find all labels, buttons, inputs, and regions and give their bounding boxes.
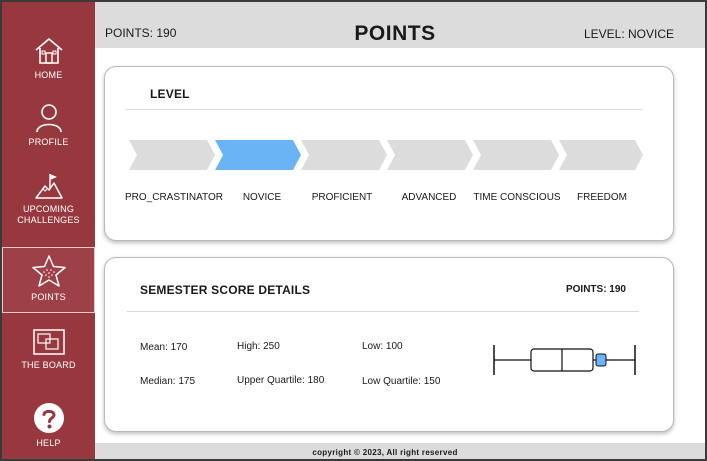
sidebar-item-label: HOME [34,70,63,80]
help-icon [33,403,64,433]
copyright-text: copyright © 2023, All right reserved [312,448,458,457]
sidebar-item-upcoming-challenges[interactable]: UPCOMING CHALLENGES [2,172,95,232]
stat-upper-quartile: Upper Quartile: 180 [237,375,325,386]
divider [127,311,639,312]
level-step-6 [559,140,643,170]
level-step-1 [129,140,215,170]
mountain-flag-icon [34,174,63,199]
sidebar-item-label: UPCOMING [22,204,75,214]
sidebar-item-profile[interactable]: PROFILE [2,103,95,153]
level-step-3 [301,140,387,170]
sidebar-item-points[interactable]: POINTS [2,247,95,313]
sidebar-item-help[interactable]: HELP [2,402,95,452]
header-level: LEVEL: NOVICE [583,27,674,41]
divider [126,109,642,110]
star-icon [31,255,66,287]
stat-low: Low: 100 [362,341,403,352]
profile-icon [35,104,62,133]
score-card-points: POINTS: 190 [565,284,626,295]
score-card-title: SEMESTER SCORE DETAILS [140,283,311,297]
score-box-plot [493,345,636,375]
level-progress-bar [129,140,643,170]
sidebar-item-home[interactable]: HOME [2,36,95,86]
box-plot-current-marker [595,353,607,367]
footer: copyright © 2023, All right reserved [95,443,705,459]
sidebar-item-label: POINTS [31,292,66,302]
level-card-title: LEVEL [150,87,190,101]
level-step-2 [215,140,301,170]
sidebar-item-label-2: CHALLENGES [17,215,80,225]
sidebar-item-the-board[interactable]: THE BOARD [2,328,95,374]
header: POINTS: 190 POINTS LEVEL: NOVICE [95,2,705,48]
level-card: LEVEL PRO_CRASTINATOR NOVICE PROFICIENT … [104,66,674,241]
home-icon [34,38,63,64]
sidebar-item-label: PROFILE [28,137,69,147]
sidebar: HOME PROFILE UPCOMING CHALLENGES POINTS … [2,2,95,459]
level-step-4 [387,140,473,170]
stat-median: Median: 175 [140,376,196,387]
level-step-5 [473,140,559,170]
sidebar-item-label: HELP [36,438,61,448]
sidebar-item-label: THE BOARD [21,360,76,370]
board-icon [32,329,65,355]
stat-high: High: 250 [237,341,280,352]
app-window: HOME PROFILE UPCOMING CHALLENGES POINTS … [0,0,707,461]
stat-low-quartile: Low Quartile: 150 [362,376,441,387]
score-card: SEMESTER SCORE DETAILS POINTS: 190 Mean:… [104,257,674,432]
level-label-freedom: FREEDOM [577,192,627,203]
stat-mean: Mean: 170 [140,342,188,353]
